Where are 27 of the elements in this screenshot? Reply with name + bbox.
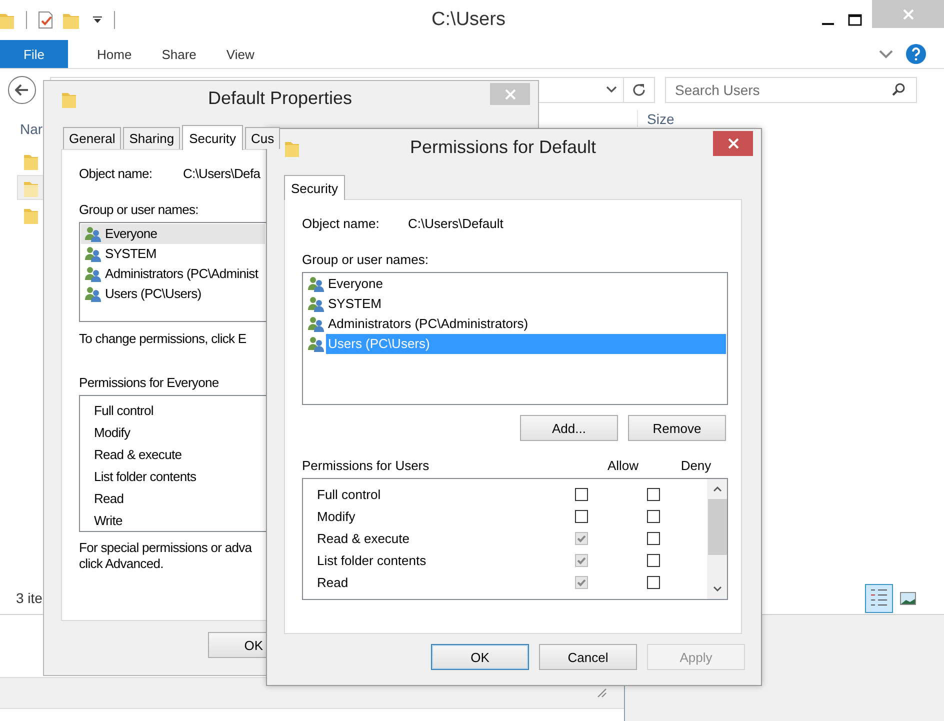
- section-label: Permissions for Everyone: [79, 375, 219, 391]
- instruction-text: To change permissions, click E: [79, 331, 246, 347]
- permission-label: Write: [94, 512, 122, 528]
- permission-label: Modify: [94, 424, 130, 440]
- dialog-title: Default Properties: [206, 88, 354, 109]
- section-label: Permissions for Users: [302, 458, 430, 474]
- permission-label: Read: [316, 574, 350, 590]
- permission-label: Full control: [94, 402, 154, 418]
- permission-label: Full control: [316, 486, 382, 502]
- section-label: Group or user names:: [79, 202, 198, 218]
- permission-label: Read: [94, 490, 124, 506]
- dialog-title: Permissions for Default: [408, 137, 598, 158]
- column-header: Deny: [680, 458, 712, 474]
- permission-label: Read & execute: [94, 446, 182, 462]
- permission-label: List folder contents: [316, 552, 428, 568]
- window-title: C:\Users: [430, 9, 506, 31]
- permission-label: Read & execute: [316, 530, 411, 546]
- permission-label: List folder contents: [94, 468, 196, 484]
- status-text: 3 ite: [16, 590, 42, 606]
- permission-label: Modify: [316, 508, 356, 524]
- field-label: Object name:: [302, 216, 380, 232]
- column-header: Allow: [606, 458, 640, 474]
- field-label: Object name:: [79, 166, 154, 182]
- object-name-value: C:\Users\Defa: [183, 166, 260, 182]
- section-label: Group or user names:: [302, 252, 428, 268]
- object-name-value: C:\Users\Default: [408, 216, 504, 232]
- instruction-text: For special permissions or adva click Advanced.: [79, 540, 252, 572]
